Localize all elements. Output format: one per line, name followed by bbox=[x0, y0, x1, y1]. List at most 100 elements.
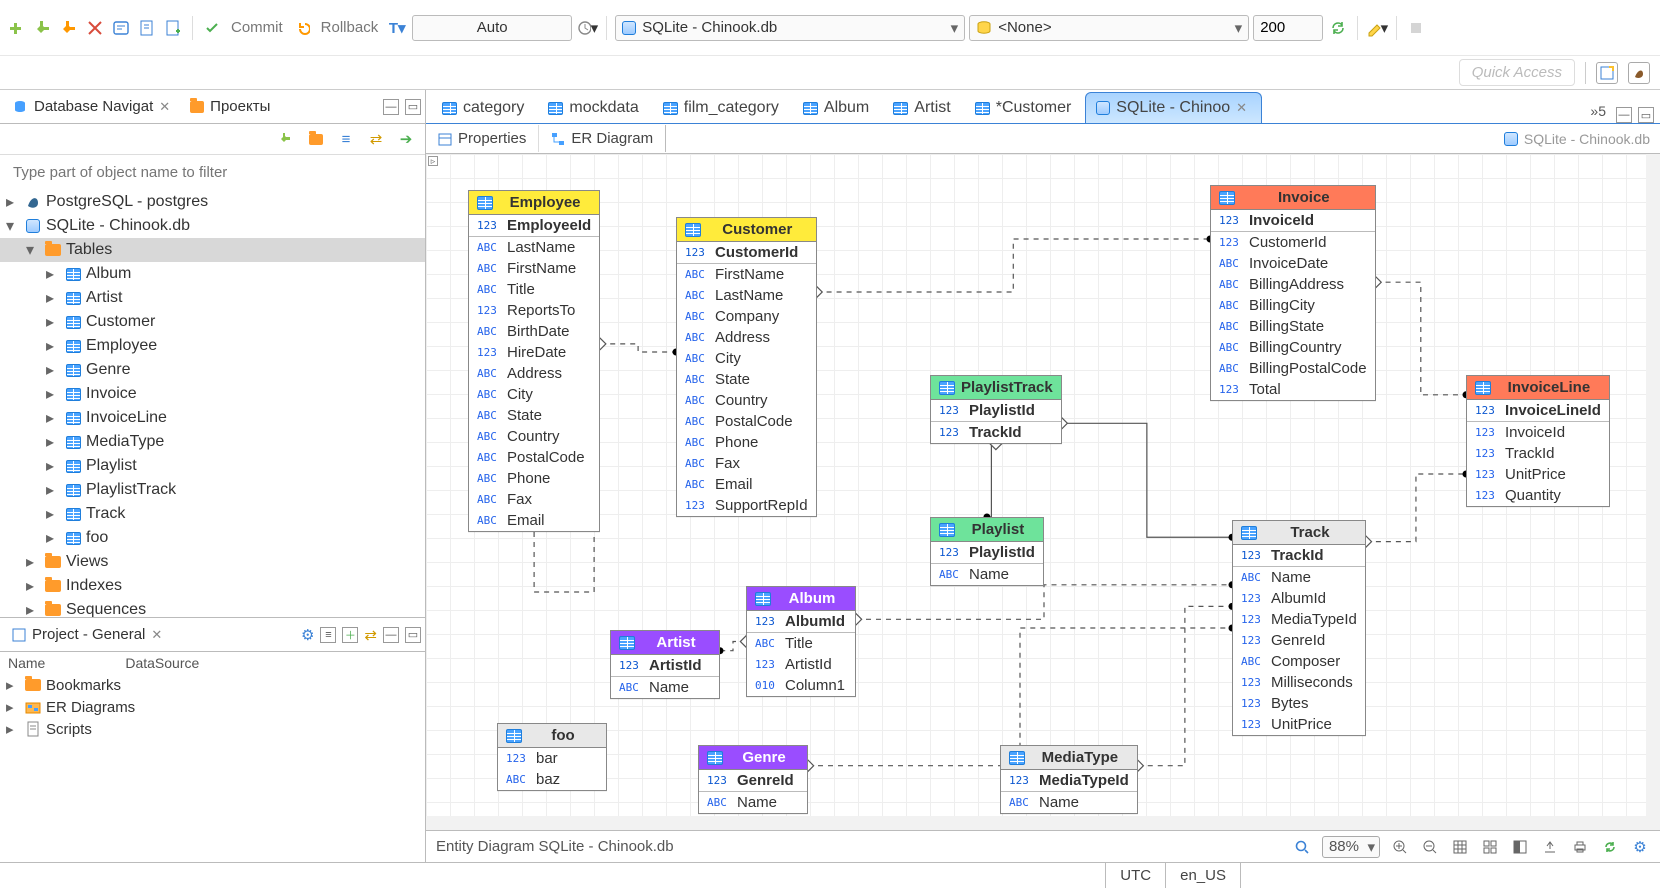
entity-header[interactable]: Employee bbox=[469, 191, 599, 215]
column[interactable]: 123InvoiceId bbox=[1467, 422, 1609, 443]
rollback-button[interactable]: Rollback bbox=[317, 19, 383, 36]
editor-tab[interactable]: film_category bbox=[653, 93, 793, 123]
column[interactable]: 123Quantity bbox=[1467, 485, 1609, 506]
disclosure-icon[interactable]: ▸ bbox=[26, 576, 40, 596]
column[interactable]: ABCBillingState bbox=[1211, 316, 1375, 337]
datasource-dropdown[interactable]: SQLite - Chinook.db ▾ bbox=[615, 15, 965, 41]
collapse-icon[interactable]: ≡ bbox=[335, 128, 357, 150]
column[interactable]: ABCState bbox=[469, 405, 599, 426]
entity-mediatype[interactable]: MediaType123MediaTypeIdABCName bbox=[1000, 745, 1138, 814]
disclosure-icon[interactable]: ▸ bbox=[46, 456, 60, 476]
link-icon[interactable]: ⇄ bbox=[365, 128, 387, 150]
column[interactable]: 123InvoiceId bbox=[1211, 210, 1375, 231]
column[interactable]: ABCInvoiceDate bbox=[1211, 253, 1375, 274]
fetch-size-input[interactable] bbox=[1253, 15, 1323, 41]
tree-row[interactable]: ▸InvoiceLine bbox=[0, 406, 425, 430]
disclosure-icon[interactable]: ▸ bbox=[46, 408, 60, 428]
editor-tab[interactable]: *Customer bbox=[965, 93, 1086, 123]
entity-invoice[interactable]: Invoice123InvoiceId123CustomerIdABCInvoi… bbox=[1210, 185, 1376, 401]
h-scrollbar[interactable] bbox=[426, 816, 1660, 830]
tree-row[interactable]: ▸Invoice bbox=[0, 382, 425, 406]
filter-input[interactable] bbox=[5, 159, 420, 186]
disclosure-icon[interactable]: ▸ bbox=[46, 312, 60, 332]
column[interactable]: 123SupportRepId bbox=[677, 495, 816, 516]
plug-orange-icon[interactable] bbox=[58, 17, 80, 39]
zoom-out-icon[interactable] bbox=[1420, 837, 1440, 857]
tree-row[interactable]: ▸Bookmarks bbox=[0, 674, 425, 696]
gear-icon[interactable]: ⚙ bbox=[301, 626, 314, 644]
disconnect-icon[interactable] bbox=[84, 17, 106, 39]
disclosure-icon[interactable]: ▸ bbox=[6, 192, 20, 212]
column[interactable]: 123Total bbox=[1211, 379, 1375, 400]
column[interactable]: 123TrackId bbox=[1467, 443, 1609, 464]
tree-row[interactable]: ▸Playlist bbox=[0, 454, 425, 478]
column[interactable]: 123InvoiceLineId bbox=[1467, 400, 1609, 421]
column[interactable]: ABCCompany bbox=[677, 306, 816, 327]
column[interactable]: ABCFax bbox=[677, 453, 816, 474]
editor-tab[interactable]: Artist bbox=[883, 93, 964, 123]
entity-track[interactable]: Track123TrackIdABCName123AlbumId123Media… bbox=[1232, 520, 1366, 736]
maximize-icon[interactable]: ▭ bbox=[405, 99, 421, 115]
navigator-tree[interactable]: ▸PostgreSQL - postgres▾SQLite - Chinook.… bbox=[0, 190, 425, 617]
column[interactable]: ABCName bbox=[699, 792, 807, 813]
entity-header[interactable]: MediaType bbox=[1001, 746, 1137, 770]
column[interactable]: ABCBillingCountry bbox=[1211, 337, 1375, 358]
tx-mode-icon[interactable]: T▾ bbox=[386, 17, 408, 39]
column[interactable]: ABCFirstName bbox=[469, 258, 599, 279]
stop-icon[interactable] bbox=[1405, 17, 1427, 39]
history-icon[interactable]: ▾ bbox=[576, 17, 598, 39]
script-icon[interactable] bbox=[136, 17, 158, 39]
column[interactable]: ABCLastName bbox=[677, 285, 816, 306]
tree-row[interactable]: ▾Tables bbox=[0, 238, 425, 262]
column[interactable]: ABCPostalCode bbox=[677, 411, 816, 432]
column[interactable]: ABCBillingAddress bbox=[1211, 274, 1375, 295]
column[interactable]: ABCState bbox=[677, 369, 816, 390]
more-tabs-button[interactable]: »5 bbox=[1580, 99, 1616, 123]
column[interactable]: ABCEmail bbox=[677, 474, 816, 495]
column[interactable]: ABCLastName bbox=[469, 237, 599, 258]
editor-tab[interactable]: SQLite - Chinoo✕ bbox=[1085, 92, 1262, 123]
column[interactable]: ABCAddress bbox=[469, 363, 599, 384]
search-icon[interactable] bbox=[1292, 837, 1312, 857]
column[interactable]: ABCAddress bbox=[677, 327, 816, 348]
minimize-icon[interactable]: ― bbox=[1616, 107, 1632, 123]
column[interactable]: 123UnitPrice bbox=[1467, 464, 1609, 485]
disclosure-icon[interactable]: ▸ bbox=[6, 676, 20, 694]
status-timezone[interactable]: UTC bbox=[1105, 863, 1165, 888]
column[interactable]: 123GenreId bbox=[1233, 630, 1365, 651]
column[interactable]: 123ArtistId bbox=[747, 654, 855, 675]
column[interactable]: 123CustomerId bbox=[677, 242, 816, 263]
column[interactable]: ABCComposer bbox=[1233, 651, 1365, 672]
disclosure-icon[interactable]: ▸ bbox=[46, 480, 60, 500]
column[interactable]: ABCbaz bbox=[498, 769, 606, 790]
column[interactable]: ABCTitle bbox=[747, 633, 855, 654]
tree-row[interactable]: ▸Track bbox=[0, 502, 425, 526]
new-connection-icon[interactable] bbox=[6, 17, 28, 39]
disclosure-icon[interactable]: ▾ bbox=[6, 216, 20, 236]
column[interactable]: 123PlaylistId bbox=[931, 400, 1061, 421]
tree-row[interactable]: ▸Sequences bbox=[0, 598, 425, 617]
entity-header[interactable]: InvoiceLine bbox=[1467, 376, 1609, 400]
refresh-diagram-icon[interactable] bbox=[1600, 837, 1620, 857]
column[interactable]: ABCBillingPostalCode bbox=[1211, 358, 1375, 379]
column[interactable]: 123EmployeeId bbox=[469, 215, 599, 236]
column[interactable]: 123HireDate bbox=[469, 342, 599, 363]
entity-genre[interactable]: Genre123GenreIdABCName bbox=[698, 745, 808, 814]
entity-foo[interactable]: foo123barABCbaz bbox=[497, 723, 607, 791]
disclosure-icon[interactable]: ▸ bbox=[46, 528, 60, 548]
tree-row[interactable]: ▸Genre bbox=[0, 358, 425, 382]
highlighter-icon[interactable]: ▾ bbox=[1366, 17, 1388, 39]
tree-row[interactable]: ▸PlaylistTrack bbox=[0, 478, 425, 502]
export-icon[interactable] bbox=[1540, 837, 1560, 857]
disclosure-icon[interactable]: ▸ bbox=[46, 288, 60, 308]
entity-header[interactable]: Customer bbox=[677, 218, 816, 242]
perspective-dbeaver-icon[interactable] bbox=[1628, 62, 1650, 84]
column[interactable]: ABCEmail bbox=[469, 510, 599, 531]
entity-header[interactable]: Playlist bbox=[931, 518, 1043, 542]
column[interactable]: ABCName bbox=[1233, 567, 1365, 588]
refresh-icon[interactable] bbox=[1327, 17, 1349, 39]
entity-header[interactable]: Genre bbox=[699, 746, 807, 770]
database-dropdown[interactable]: <None> ▾ bbox=[969, 15, 1249, 41]
column[interactable]: ABCCountry bbox=[469, 426, 599, 447]
column[interactable]: 123ArtistId bbox=[611, 655, 719, 676]
